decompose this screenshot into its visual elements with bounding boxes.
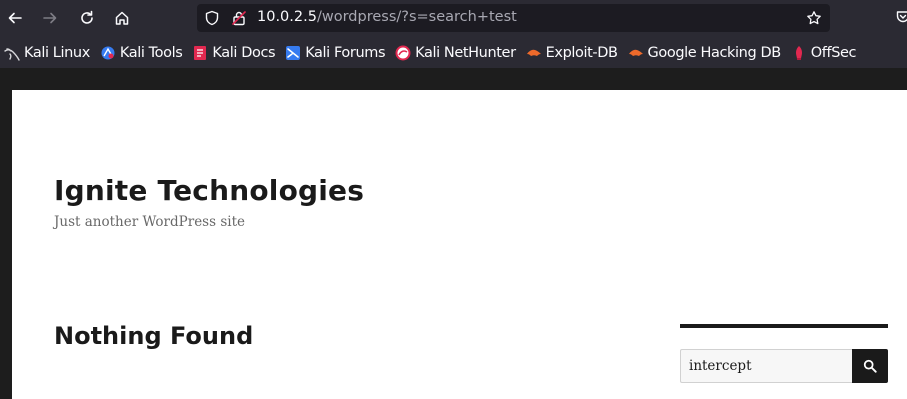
back-button[interactable] (3, 6, 27, 30)
page-viewport: Ignite Technologies Just another WordPre… (0, 68, 907, 399)
bookmark-label: Kali Tools (119, 45, 183, 61)
forward-arrow-icon (43, 12, 57, 24)
bookmark-star-icon[interactable] (806, 10, 822, 26)
bookmark-label: Kali Linux (24, 45, 90, 61)
kali-nethunter-icon (395, 45, 411, 61)
bookmark-kali-docs[interactable]: Kali Docs (192, 41, 276, 65)
site-description: Just another WordPress site (54, 214, 245, 230)
navigation-toolbar: 10.0.2.5/wordpress/?s=search+test (0, 0, 907, 36)
kali-tools-icon (101, 46, 115, 60)
home-button[interactable] (110, 6, 134, 30)
insecure-lock-icon[interactable] (231, 10, 247, 26)
kali-forums-icon (286, 46, 301, 60)
search-icon (863, 359, 877, 373)
reload-icon (81, 10, 93, 24)
page-title: Nothing Found (54, 322, 254, 350)
pocket-icon[interactable] (895, 9, 907, 25)
tracking-protection-shield-icon[interactable] (204, 10, 220, 26)
bookmarks-toolbar: Kali Linux Kali Tools Kali Docs Kali For… (0, 40, 907, 66)
address-bar[interactable]: 10.0.2.5/wordpress/?s=search+test (197, 4, 830, 32)
bookmark-label: Kali Forums (305, 45, 386, 61)
widget-divider (680, 324, 888, 328)
url-text[interactable]: 10.0.2.5/wordpress/?s=search+test (257, 9, 517, 25)
url-path: /wordpress/?s=search+test (316, 9, 517, 25)
kali-dragon-icon (4, 48, 20, 61)
bookmark-offsec[interactable]: OffSec (791, 41, 857, 65)
reload-button[interactable] (75, 6, 99, 30)
exploit-db-icon (526, 49, 541, 56)
bookmark-kali-forums[interactable]: Kali Forums (285, 41, 386, 65)
forward-button[interactable] (38, 6, 62, 30)
offsec-icon (795, 46, 802, 60)
bookmark-kali-linux[interactable]: Kali Linux (4, 41, 90, 65)
search-submit-button[interactable] (852, 349, 888, 383)
bookmark-label: Google Hacking DB (647, 45, 782, 61)
wordpress-page: Ignite Technologies Just another WordPre… (12, 90, 907, 399)
kali-docs-icon (194, 46, 207, 60)
bookmark-label: OffSec (810, 45, 857, 61)
bookmark-label: Kali NetHunter (415, 45, 516, 61)
home-icon (115, 11, 129, 25)
site-title[interactable]: Ignite Technologies (54, 174, 364, 207)
bookmark-google-hacking-db[interactable]: Google Hacking DB (628, 41, 781, 65)
bookmark-label: Kali Docs (212, 45, 276, 61)
browser-chrome: 10.0.2.5/wordpress/?s=search+test Kali L… (0, 0, 907, 68)
back-arrow-icon (8, 12, 22, 24)
bookmark-kali-tools[interactable]: Kali Tools (100, 41, 183, 65)
bookmark-kali-nethunter[interactable]: Kali NetHunter (395, 41, 516, 65)
search-input[interactable] (680, 349, 852, 383)
bookmark-exploit-db[interactable]: Exploit-DB (526, 41, 618, 65)
bookmark-label: Exploit-DB (545, 45, 618, 61)
google-hacking-db-icon (628, 49, 643, 56)
url-host: 10.0.2.5 (257, 9, 317, 25)
